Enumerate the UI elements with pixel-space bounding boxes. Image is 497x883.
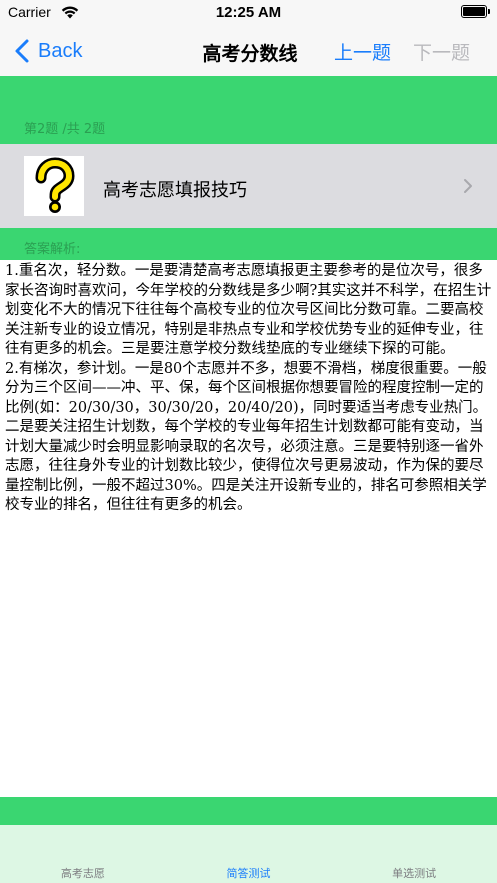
tab-single-choice-test[interactable]: 单选测试 (331, 825, 497, 883)
status-bar: Carrier 12:25 AM (0, 0, 497, 26)
previous-question-button[interactable]: 上一题 (334, 38, 391, 65)
back-button[interactable]: Back (12, 36, 82, 66)
chevron-left-icon (15, 39, 29, 63)
bottom-band (0, 797, 497, 825)
question-counter: 第2题 /共 2题 (24, 122, 106, 137)
battery-full-icon (461, 5, 490, 18)
navigation-bar: Back 高考分数线 上一题 下一题 (0, 26, 497, 76)
answer-label: 答案解析: (24, 242, 81, 257)
tab-gaokao-zhiyuan[interactable]: 高考志愿 (0, 825, 166, 883)
answer-text: 1.重名次，轻分数。一是要清楚高考志愿填报更主要参考的是位次号，很多家长咨询时喜… (5, 263, 492, 513)
question-header-band: 第2题 /共 2题 (0, 76, 497, 144)
tab-bar: 高考志愿 简答测试 单选测试 (0, 825, 497, 883)
question-row[interactable]: 高考志愿填报技巧 (0, 144, 497, 228)
question-mark-icon (24, 156, 84, 216)
answer-header-band: 答案解析: (0, 228, 497, 260)
question-title: 高考志愿填报技巧 (103, 180, 247, 201)
clock-time: 12:25 AM (215, 4, 282, 21)
next-question-button[interactable]: 下一题 (413, 38, 470, 65)
back-button-label: Back (38, 39, 83, 62)
page-title: 高考分数线 (202, 43, 298, 65)
chevron-right-icon (464, 179, 472, 193)
tab-short-answer-test[interactable]: 简答测试 (166, 825, 332, 883)
